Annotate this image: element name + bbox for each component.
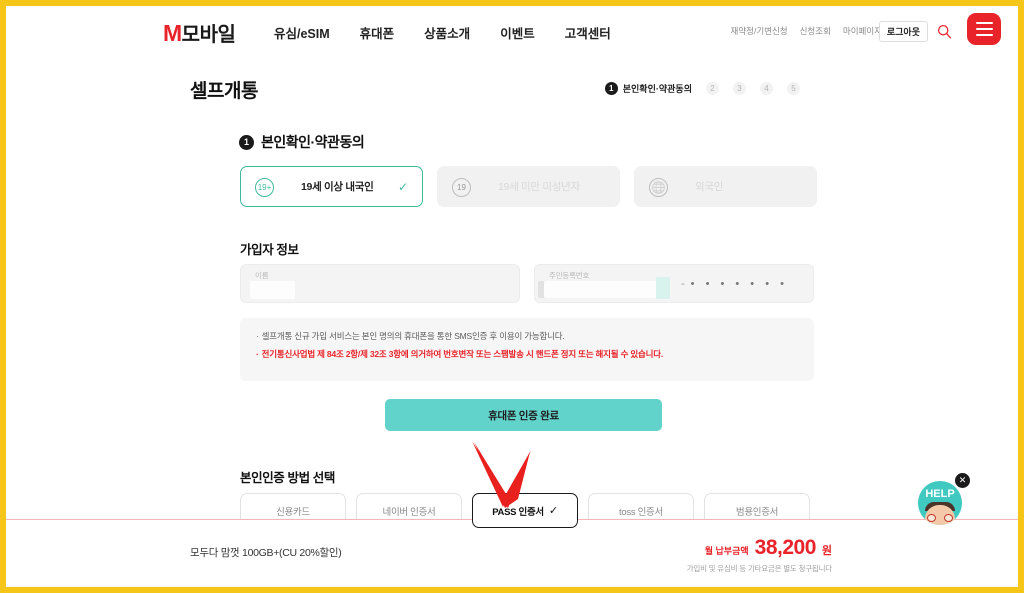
step-indicator: 1 본인확인·약관동의 2 3 4 5: [604, 82, 800, 95]
section-title: 본인확인·약관동의: [261, 134, 365, 150]
step-3[interactable]: 3: [733, 82, 746, 95]
auth-method-label: 네이버 인증서: [382, 506, 436, 518]
logo-mark: M: [163, 20, 182, 46]
notice-line-sms: · 셀프개통 신규 가입 서비스는 본인 명의의 휴대폰을 통한 SMS인증 후 …: [256, 330, 798, 344]
glasses-lens: [944, 514, 953, 522]
util-link-recontract[interactable]: 재약정/기변신청: [731, 25, 788, 37]
step-5[interactable]: 5: [787, 82, 800, 95]
phone-verification-complete-button[interactable]: 휴대폰 인증 완료: [385, 399, 662, 431]
nav-item-phone[interactable]: 휴대폰: [360, 23, 395, 42]
user-type-label: 19세 미만 미성년자: [498, 181, 580, 193]
step-number: 5: [787, 82, 800, 95]
user-type-card-group: 19+ 19세 이상 내국인 ✓ 19 19세 미만 미성년자 외국인: [240, 166, 817, 207]
hamburger-line: [975, 22, 993, 24]
page-title: 셀프개통: [190, 81, 258, 102]
step-1[interactable]: 1 본인확인·약관동의: [604, 82, 692, 95]
user-type-card-adult[interactable]: 19+ 19세 이상 내국인 ✓: [240, 166, 423, 207]
person-circle-icon: 19+: [255, 178, 274, 197]
utility-links: 재약정/기변신청 신청조회 마이페이지: [731, 25, 883, 37]
nav-item-products[interactable]: 상품소개: [424, 23, 470, 42]
auth-method-label: 범용인증서: [735, 506, 779, 518]
user-type-label: 외국인: [695, 181, 724, 193]
notice-text-legal: 전기통신사업법 제 84조 2항/제 32조 3항에 의거하여 번호변작 또는 …: [261, 348, 664, 359]
check-icon: ✓: [548, 505, 558, 517]
step-number: 1: [604, 82, 618, 95]
hamburger-line: [975, 28, 993, 30]
step-number: 2: [706, 82, 719, 95]
nav-item-usim-esim[interactable]: 유심/eSIM: [274, 23, 330, 42]
site-header: M모바일 유심/eSIM 휴대폰 상품소개 이벤트 고객센터 재약정/기변신청 …: [6, 6, 1018, 52]
monthly-price-value: 38,200: [754, 536, 817, 559]
check-icon: ✓: [397, 179, 408, 194]
screenshot-root: M모바일 유심/eSIM 휴대폰 상품소개 이벤트 고객센터 재약정/기변신청 …: [0, 0, 1024, 593]
site-logo[interactable]: M모바일: [163, 18, 236, 47]
notice-text-sms: 셀프개통 신규 가입 서비스는 본인 명의의 휴대폰을 통한 SMS인증 후 이…: [261, 331, 565, 341]
search-icon[interactable]: [936, 23, 953, 40]
auth-method-label: toss 인증서: [619, 506, 663, 518]
monthly-price-label: 월 납부금액: [704, 546, 749, 556]
step-label: 본인확인·약관동의: [622, 84, 692, 94]
help-bubble[interactable]: HELP: [918, 481, 962, 525]
rrn-highlight: [656, 277, 670, 299]
step-2[interactable]: 2: [706, 82, 719, 95]
section-heading: 1 본인확인·약관동의: [239, 132, 365, 152]
auth-method-label: PASS 인증서: [492, 506, 544, 518]
notice-bullet: ·: [256, 348, 259, 359]
selected-plan-name: 모두다 맘껏 100GB+(CU 20%할인): [190, 547, 342, 559]
rrn-back-masked: • • • • • • •: [690, 277, 788, 290]
step-number: 4: [760, 82, 773, 95]
hamburger-line: [975, 34, 993, 36]
price-disclaimer: 가입비 및 유심비 등 기타요금은 별도 청구됩니다: [686, 564, 833, 573]
person-circle-icon: 19: [452, 178, 471, 197]
subscriber-info-title: 가입자 정보: [240, 243, 299, 257]
main-navigation: 유심/eSIM 휴대폰 상품소개 이벤트 고객센터: [274, 23, 611, 42]
monthly-price-row: 월 납부금액 38,200 원: [705, 536, 832, 560]
nav-item-event[interactable]: 이벤트: [500, 23, 535, 42]
name-field-value-masked: [250, 281, 295, 299]
monthly-price-unit: 원: [821, 545, 832, 557]
help-label: HELP: [925, 488, 955, 500]
step-4[interactable]: 4: [760, 82, 773, 95]
logo-wordmark: 모바일: [181, 24, 236, 46]
auth-method-label: 신용카드: [276, 506, 310, 518]
name-field-label: 이름: [255, 271, 269, 280]
name-field[interactable]: 이름: [240, 264, 520, 303]
step-number: 3: [733, 82, 746, 95]
rrn-separator: -: [681, 277, 685, 290]
user-type-card-minor[interactable]: 19 19세 미만 미성년자: [437, 166, 620, 207]
section-number-badge: 1: [239, 134, 254, 150]
nav-item-customer-center[interactable]: 고객센터: [565, 23, 611, 42]
bottom-summary-bar: ⌃⌃ 모두다 맘껏 100GB+(CU 20%할인) 월 납부금액 38,200…: [6, 505, 1018, 587]
auth-method-title: 본인인증 방법 선택: [240, 471, 335, 485]
user-type-label: 19세 이상 내국인: [301, 181, 374, 193]
auth-method-pass[interactable]: PASS 인증서 ✓: [472, 493, 578, 528]
util-link-mypage[interactable]: 마이페이지: [843, 25, 882, 37]
subscriber-info-fields: 이름 주민등록번호 - • • • • • • •: [240, 264, 814, 303]
user-type-card-foreigner[interactable]: 외국인: [634, 166, 817, 207]
rrn-field[interactable]: 주민등록번호 - • • • • • • •: [534, 264, 814, 303]
logout-button[interactable]: 로그아웃: [878, 21, 928, 42]
rrn-field-label: 주민등록번호: [549, 271, 590, 280]
close-icon[interactable]: ✕: [955, 473, 970, 488]
rrn-front-value-masked: [544, 281, 656, 298]
help-widget[interactable]: HELP ✕: [918, 473, 970, 525]
glasses-lens: [927, 514, 936, 522]
rrn-front-input[interactable]: 주민등록번호: [535, 265, 675, 302]
notice-box: · 셀프개통 신규 가입 서비스는 본인 명의의 휴대폰을 통한 SMS인증 후 …: [240, 318, 814, 381]
notice-line-legal: · 전기통신사업법 제 84조 2항/제 32조 3항에 의거하여 번호변작 또는…: [256, 348, 798, 362]
hamburger-menu-icon[interactable]: [967, 13, 1001, 45]
globe-icon: [649, 178, 668, 197]
util-link-application-status[interactable]: 신청조회: [800, 25, 831, 37]
notice-bullet: ·: [256, 331, 259, 341]
page-body: M모바일 유심/eSIM 휴대폰 상품소개 이벤트 고객센터 재약정/기변신청 …: [6, 6, 1018, 587]
character-glasses-icon: [927, 514, 953, 522]
